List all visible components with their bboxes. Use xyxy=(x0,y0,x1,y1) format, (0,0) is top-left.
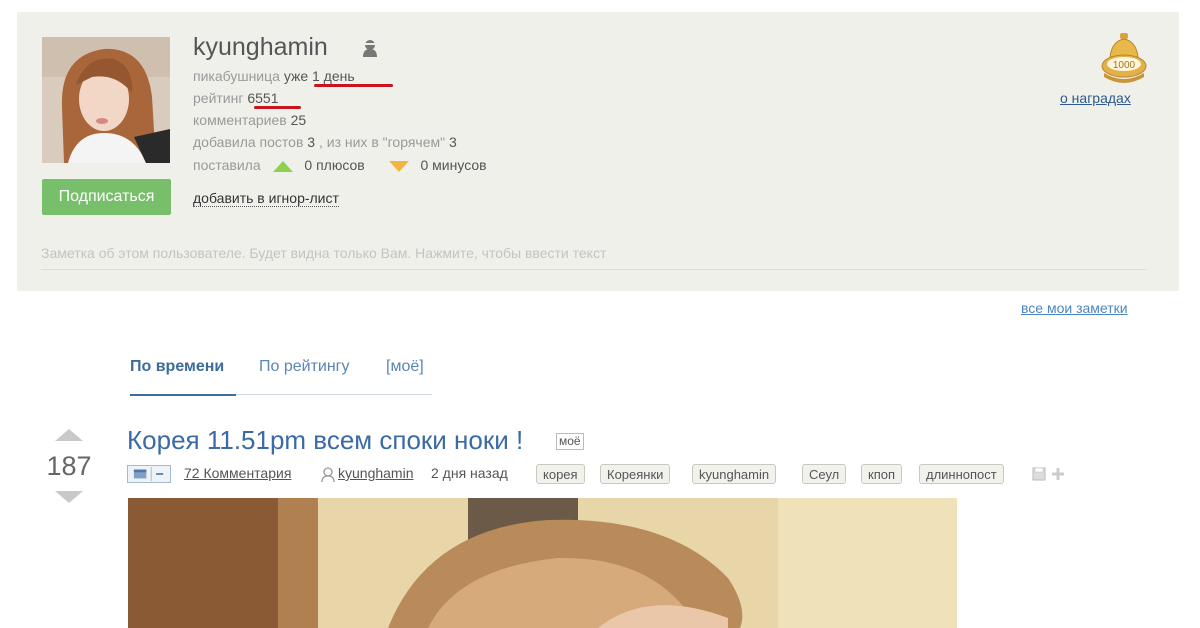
stat-comments: комментариев 25 xyxy=(193,112,307,128)
add-tag-icon[interactable] xyxy=(1051,467,1065,481)
svg-text:1000: 1000 xyxy=(1113,60,1136,71)
tag[interactable]: длиннопост xyxy=(919,464,1004,484)
award-crown-icon[interactable]: 1000 xyxy=(1100,33,1148,83)
stat-votes: поставила 0 плюсов 0 минусов xyxy=(193,157,487,173)
save-icon[interactable] xyxy=(1032,467,1046,481)
stat-posts: добавила постов 3 , из них в "горячем" 3 xyxy=(193,134,457,150)
highlight-underline xyxy=(254,106,301,109)
minus-triangle-icon xyxy=(388,160,409,172)
add-to-ignore-link[interactable]: добавить в игнор-лист xyxy=(193,190,339,207)
subscribe-button[interactable]: Подписаться xyxy=(42,179,171,215)
tag[interactable]: Сеул xyxy=(802,464,847,484)
user-icon xyxy=(363,40,377,57)
avatar[interactable] xyxy=(42,37,170,163)
tag[interactable]: kyunghamin xyxy=(692,464,777,484)
tag[interactable]: корея xyxy=(536,464,585,484)
note-divider xyxy=(41,269,1147,270)
tag[interactable]: Кореянки xyxy=(600,464,671,484)
comments-link[interactable]: 72 Комментария xyxy=(184,465,291,481)
post-time: 2 дня назад xyxy=(431,465,508,481)
stat-role: пикабушница уже 1 день xyxy=(193,68,355,84)
post-score: 187 xyxy=(46,451,92,481)
author-link[interactable]: kyunghamin xyxy=(338,465,414,481)
all-notes-link[interactable]: все мои заметки xyxy=(1021,300,1128,316)
stat-rating: рейтинг 6551 xyxy=(193,90,279,106)
vote-down-icon[interactable] xyxy=(55,491,83,503)
tag[interactable]: кпоп xyxy=(861,464,902,484)
author-icon xyxy=(321,467,335,482)
mine-badge[interactable]: моё xyxy=(556,433,584,450)
post-image[interactable] xyxy=(128,498,957,628)
user-note-field[interactable]: Заметка об этом пользователе. Будет видн… xyxy=(41,245,606,261)
plus-triangle-icon xyxy=(272,160,293,172)
username: kyunghamin xyxy=(193,33,328,61)
tab-by-time[interactable]: По времени xyxy=(130,358,224,376)
tab-mine[interactable]: [моё] xyxy=(386,358,424,376)
highlight-underline xyxy=(314,84,393,87)
awards-link[interactable]: о наградах xyxy=(1060,90,1131,106)
tab-active-indicator xyxy=(130,394,236,396)
post-title[interactable]: Корея 11.51pm всем споки ноки ! xyxy=(127,425,523,456)
layout-icon[interactable] xyxy=(127,465,171,483)
tab-by-rating[interactable]: По рейтингу xyxy=(259,358,350,376)
vote-up-icon[interactable] xyxy=(55,429,83,441)
profile-card: Подписаться kyunghamin пикабушница уже 1… xyxy=(17,12,1179,291)
